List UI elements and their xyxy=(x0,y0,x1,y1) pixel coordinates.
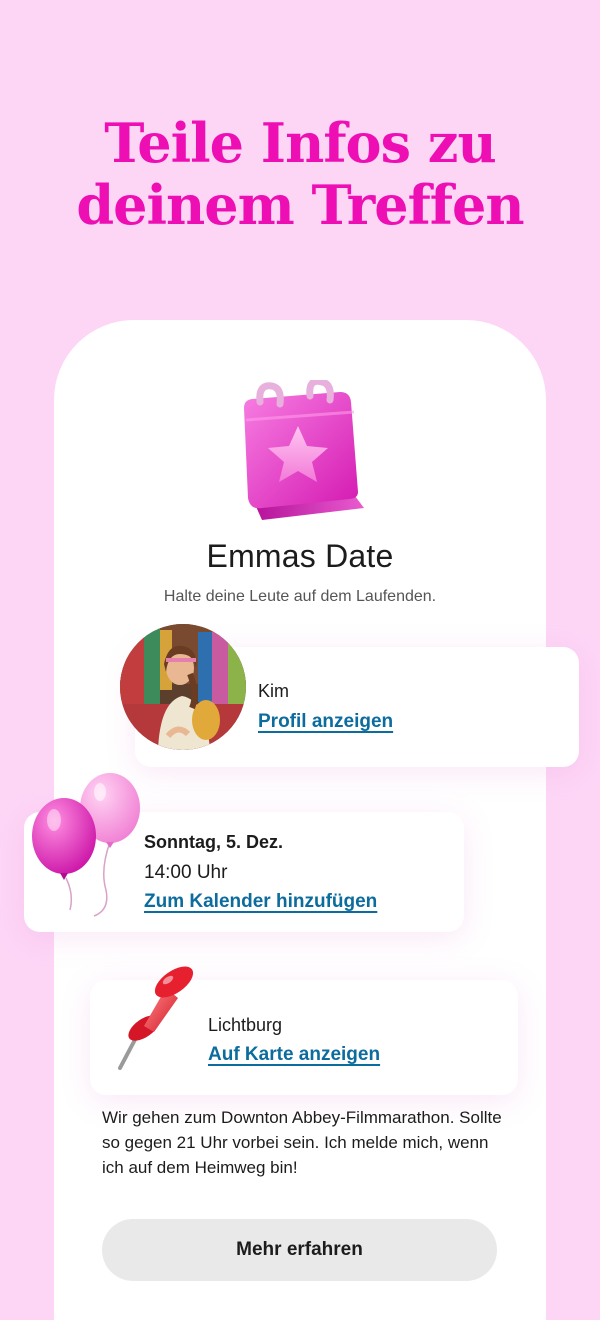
headline-line-1: Teile Infos zu xyxy=(104,111,496,175)
schedule-time: 14:00 Uhr xyxy=(144,862,228,883)
balloons-icon xyxy=(32,773,140,917)
event-message: Wir gehen zum Downton Abbey-Filmmarathon… xyxy=(102,1108,502,1177)
event-subtitle: Halte deine Leute auf dem Laufenden. xyxy=(163,588,437,605)
contact-name: Kim xyxy=(258,681,289,701)
avatar xyxy=(120,624,246,750)
schedule-date: Sonntag, 5. Dez. xyxy=(144,832,284,852)
calendar-star-icon xyxy=(244,380,364,520)
learn-more-button[interactable]: Mehr erfahren xyxy=(102,1219,497,1281)
event-title: Emmas Date xyxy=(206,538,394,574)
show-map-link[interactable]: Auf Karte anzeigen xyxy=(208,1044,380,1066)
location-name: Lichtburg xyxy=(208,1015,283,1035)
headline-line-2: deinem Treffen xyxy=(76,173,524,237)
headline: Teile Infos zu deinem Treffen xyxy=(0,112,600,236)
pushpin-icon xyxy=(118,966,194,1070)
profile-link[interactable]: Profil anzeigen xyxy=(258,711,393,733)
add-to-calendar-link[interactable]: Zum Kalender hinzufügen xyxy=(144,891,377,913)
